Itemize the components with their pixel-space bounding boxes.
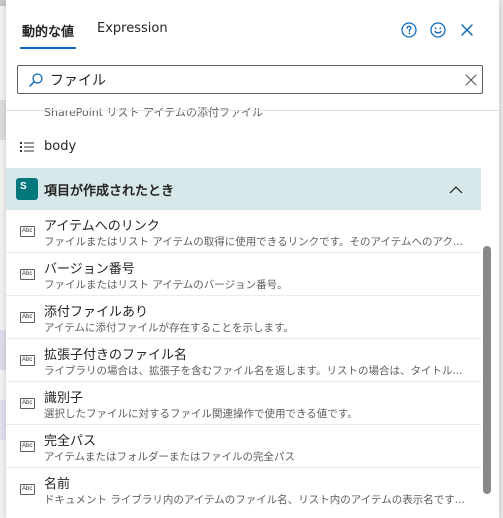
close-icon[interactable]: [459, 22, 475, 38]
clear-search-icon[interactable]: [464, 73, 478, 87]
list-item-body[interactable]: body: [6, 130, 481, 164]
search-box: [17, 65, 483, 94]
header-divider: [6, 110, 499, 111]
search-input[interactable]: [50, 69, 450, 90]
sharepoint-icon: S: [16, 178, 38, 200]
active-tab-indicator: [20, 47, 77, 49]
sharepoint-logo-letter: S: [20, 181, 27, 192]
type-label: Abc: [22, 228, 33, 234]
item-name: アイテムへのリンク: [44, 219, 160, 234]
item-description: ファイルまたはリスト アイテムの取得に使用できるリンクです。そのアイテムへのアク…: [44, 236, 463, 248]
partial-item-description: SharePoint リスト アイテムの添付ファイル: [44, 106, 263, 119]
group-title: 項目が作成されたとき: [44, 184, 175, 199]
tab-label: Expression: [97, 21, 168, 36]
item-name: 識別子: [44, 391, 84, 406]
text-type-icon: Abc: [20, 484, 35, 495]
scrollbar-thumb[interactable]: [483, 246, 491, 494]
text-type-icon: Abc: [20, 441, 35, 452]
list-icon: [20, 142, 34, 152]
text-type-icon: Abc: [20, 355, 35, 366]
item-name: 拡張子付きのファイル名: [44, 348, 188, 363]
item-name: 添付ファイルあり: [44, 305, 149, 320]
text-type-icon: Abc: [20, 226, 35, 237]
list-item[interactable]: Abc 識別子 選択したファイルに対するファイル関連操作で使用できる値です。: [6, 382, 481, 425]
text-type-icon: Abc: [20, 269, 35, 280]
text-type-icon: Abc: [20, 398, 35, 409]
smile-icon[interactable]: [430, 22, 446, 38]
text-type-icon: Abc: [20, 312, 35, 323]
item-name: バージョン番号: [44, 262, 135, 277]
item-description: アイテムに添付ファイルが存在することを示します。: [44, 322, 294, 334]
item-description: ドキュメント ライブラリ内のアイテムのファイル名、リスト内のアイテムの表示名です…: [44, 494, 465, 506]
list-item[interactable]: Abc 拡張子付きのファイル名 ライブラリの場合は、拡張子を含むファイル名を返し…: [6, 339, 481, 382]
item-description: 選択したファイルに対するファイル関連操作で使用できる値です。: [44, 408, 358, 420]
panel-header: 動的な値 Expression: [6, 0, 499, 58]
group-header-item-created[interactable]: S 項目が作成されたとき: [6, 168, 481, 210]
dynamic-content-list: SharePoint リスト アイテムの添付ファイル body S 項目が作成さ…: [6, 100, 481, 518]
help-icon[interactable]: [401, 22, 417, 38]
item-description: ライブラリの場合は、拡張子を含むファイル名を返します。リストの場合は、タイトル.…: [44, 365, 463, 377]
tab-dynamic-content[interactable]: 動的な値: [20, 21, 77, 49]
dynamic-content-panel: 動的な値 Expression Share: [6, 0, 499, 518]
list-item[interactable]: Abc 添付ファイルあり アイテムに添付ファイルが存在することを示します。: [6, 296, 481, 339]
chevron-up-icon[interactable]: [448, 182, 464, 198]
type-label: Abc: [22, 486, 33, 492]
item-description: ファイルまたはリスト アイテムのバージョン番号。: [44, 279, 288, 291]
tab-expression[interactable]: Expression: [97, 21, 168, 36]
list-item[interactable]: Abc アイテムへのリンク ファイルまたはリスト アイテムの取得に使用できるリン…: [6, 210, 481, 253]
search-icon: [29, 73, 43, 87]
list-item-label: body: [44, 139, 77, 154]
item-description: アイテムまたはフォルダーまたはファイルの完全パス: [44, 451, 295, 463]
type-label: Abc: [22, 443, 33, 449]
list-item[interactable]: Abc 名前 ドキュメント ライブラリ内のアイテムのファイル名、リスト内のアイテ…: [6, 468, 481, 511]
type-label: Abc: [22, 357, 33, 363]
type-label: Abc: [22, 400, 33, 406]
item-name: 完全パス: [44, 434, 97, 449]
item-name: 名前: [44, 477, 71, 492]
list-item[interactable]: Abc バージョン番号 ファイルまたはリスト アイテムのバージョン番号。: [6, 253, 481, 296]
type-label: Abc: [22, 314, 33, 320]
list-item[interactable]: Abc 完全パス アイテムまたはフォルダーまたはファイルの完全パス: [6, 425, 481, 468]
tab-label: 動的な値: [22, 25, 75, 40]
type-label: Abc: [22, 271, 33, 277]
